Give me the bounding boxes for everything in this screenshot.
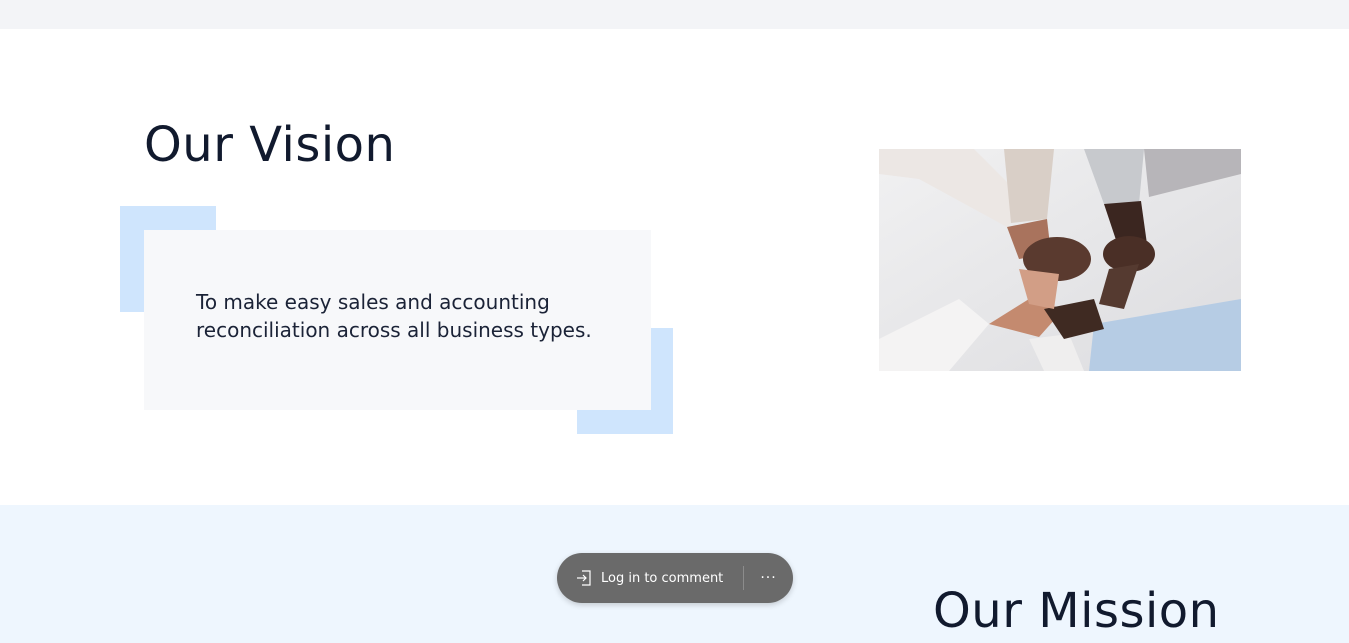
login-to-comment-button[interactable]: Log in to comment [557, 553, 725, 603]
vision-text: To make easy sales and accounting reconc… [196, 290, 592, 342]
vision-title: Our Vision [144, 117, 396, 173]
comment-bar: Log in to comment ··· [557, 553, 793, 603]
vision-card: To make easy sales and accounting reconc… [144, 230, 651, 410]
ellipsis-icon: ··· [760, 570, 777, 586]
teamwork-hands-image [879, 149, 1241, 371]
vision-section: Our Vision To make easy sales and accoun… [0, 29, 1349, 505]
login-to-comment-label: Log in to comment [601, 570, 724, 586]
sign-in-icon [575, 569, 593, 587]
mission-title: Our Mission [933, 583, 1220, 639]
more-options-button[interactable]: ··· [744, 553, 793, 603]
top-strip [0, 0, 1349, 29]
